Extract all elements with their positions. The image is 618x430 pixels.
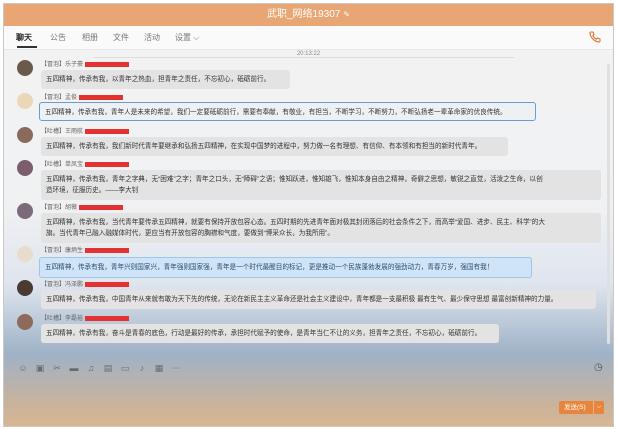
send-button-label: 发送(S) [564,404,586,411]
more-icon[interactable]: ⋯ [171,363,181,373]
timestamp-divider [94,57,514,58]
avatar[interactable] [17,203,33,219]
tab-files[interactable]: 文件 [113,32,129,43]
avatar[interactable] [17,93,33,109]
card-icon[interactable]: ▭ [120,363,130,373]
message-sender: 【冒泡】孟俊 [41,92,124,101]
active-tab-indicator [17,46,37,48]
music-icon[interactable]: ♫ [86,363,96,373]
window-title: 武职_网络19307 [266,9,341,20]
message-sender: 【冒泡】冯泽鹏 [41,279,130,288]
message-bubble[interactable]: 五四精神，传承有我，当代青年要传承五四精神，就要有保持开放包容心态。五四时期的先… [41,213,601,243]
chat-scrollbar[interactable] [607,64,610,344]
tab-album[interactable]: 相册 [82,32,98,43]
message-line: 旗。当代青年已融入融媒体时代，更应当有开放包容的胸襟和气度，要做到“博采众长，为… [46,230,334,237]
message-bubble[interactable]: 五四精神，传承有我，奋斗是青春的底色，行动是最好的传承，承担时代赋予的使命，是青… [41,324,499,343]
message-bubble[interactable]: 五四精神，传承有我，青年之字典，无“困难”之字；青年之口头，无“障碍”之语；惟知… [41,170,601,200]
avatar[interactable] [17,60,33,76]
avatar[interactable] [17,160,33,176]
avatar[interactable] [17,314,33,330]
avatar[interactable] [17,246,33,262]
avatar[interactable] [17,127,33,143]
tab-bar: 聊天 公告 相册 文件 活动 设置 ⌵ [4,26,613,50]
message-sender: 【冒泡】胡薇 [41,202,124,211]
message-bubble[interactable]: 五四精神，传承有我，中国青年从来就有敢为天下先的传统，无论在新民主主义革命还是社… [41,290,596,309]
message-sender: 【冒泡】乐子豪 [41,59,130,68]
message-bubble[interactable]: 五四精神，传承有我，我们新时代青年要继承和弘扬五四精神，在实现中国梦的进程中，努… [41,137,508,156]
message-sender: 【吐槽】单凤宝 [41,159,130,168]
message-sender: 【冒泡】康炳生 [41,245,130,254]
tab-chat[interactable]: 聊天 [16,32,32,43]
tab-settings[interactable]: 设置 ⌵ [175,32,199,43]
clock-icon[interactable]: ◷ [594,362,605,373]
tab-activity[interactable]: 活动 [144,32,160,43]
grid-icon[interactable]: ▦ [154,363,164,373]
send-button[interactable]: 发送(S) ⌵ [559,401,604,414]
document-icon[interactable]: ▤ [103,363,113,373]
message-sender: 【吐槽】李磊裕 [41,313,130,322]
message-line: 造环境，征服历史。——李大钊 [46,187,139,194]
message-bubble[interactable]: 五四精神，传承有我，青年兴则国家兴，青年强则国家强，青年是一个时代最醒目的标记，… [39,257,532,278]
send-options-caret[interactable]: ⌵ [593,401,604,414]
message-line: 五四精神，传承有我，当代青年要传承五四精神，就要有保持开放包容心态。五四时期的先… [46,219,545,226]
message-bubble[interactable]: 五四精神，传承有我，以青年之热血，担青年之责任，不忘初心，砥砺前行。 [41,70,290,89]
edit-icon[interactable]: ✎ [343,10,350,19]
folder-icon[interactable]: ▬ [69,363,79,373]
tab-announcement[interactable]: 公告 [50,32,66,43]
title-bar: 武职_网络19307 ✎ [4,4,613,26]
chat-window: 武职_网络19307 ✎ 聊天 公告 相册 文件 活动 设置 ⌵ 20:13:22… [3,3,614,427]
avatar[interactable] [17,280,33,296]
emoji-icon[interactable]: ☺ [18,363,28,373]
image-icon[interactable]: ▣ [35,363,45,373]
message-line: 五四精神，传承有我，青年之字典，无“困难”之字；青年之口头，无“障碍”之语；惟知… [46,176,543,183]
scissors-icon[interactable]: ✂ [52,363,62,373]
message-bubble[interactable]: 五四精神，传承有我，青年人是未来的希望，我们一定要砥砺前行，需要有奉献，有敬业，… [39,102,536,121]
message-sender: 【吐槽】王雨航 [41,126,130,135]
mic-icon[interactable]: ♪ [137,363,147,373]
phone-icon[interactable] [589,31,601,43]
